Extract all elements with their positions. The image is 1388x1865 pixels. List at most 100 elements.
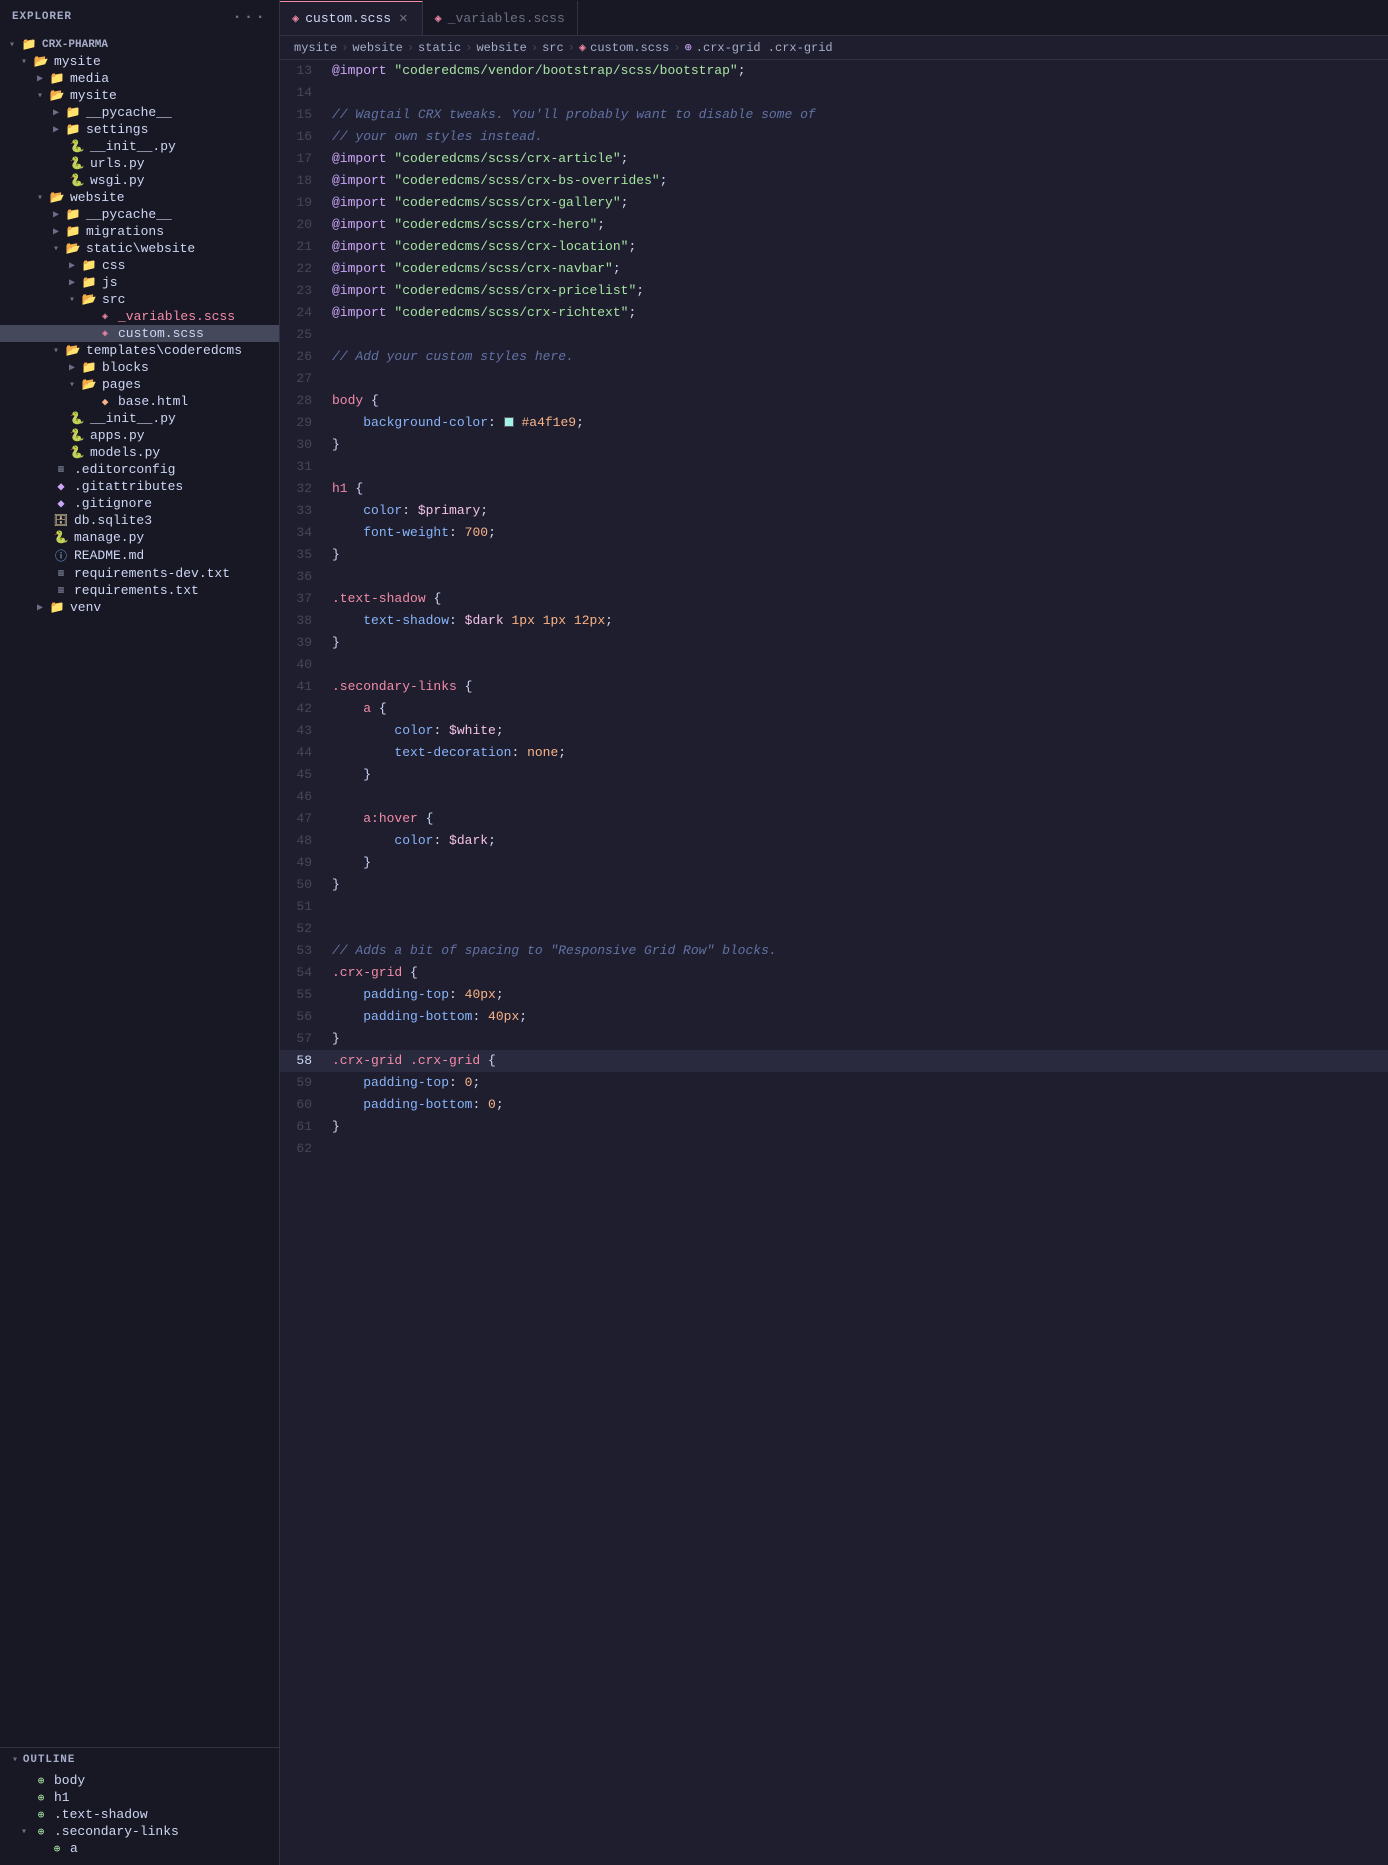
tree-item-req[interactable]: ▶ ≡ requirements.txt <box>0 582 279 599</box>
code-line: 29 background-color: #a4f1e9; <box>280 412 1388 434</box>
tree-label: .editorconfig <box>74 462 175 477</box>
code-line: 45 } <box>280 764 1388 786</box>
code-line: 51 <box>280 896 1388 918</box>
line-number: 22 <box>280 258 328 280</box>
tree-item-variables-scss[interactable]: ▶ ◈ _variables.scss <box>0 308 279 325</box>
line-number: 33 <box>280 500 328 522</box>
tree-item-models[interactable]: ▶ 🐍 models.py <box>0 444 279 461</box>
tree-label: pages <box>102 377 141 392</box>
line-content: @import "coderedcms/scss/crx-location"; <box>328 236 1388 258</box>
code-line: 15 // Wagtail CRX tweaks. You'll probabl… <box>280 104 1388 126</box>
tree-item-db[interactable]: ▶ 🗄 db.sqlite3 <box>0 512 279 529</box>
code-line: 55 padding-top: 40px; <box>280 984 1388 1006</box>
folder-icon: 📂 <box>32 54 50 69</box>
code-line: 25 <box>280 324 1388 346</box>
tree-item-mysite[interactable]: ▾ 📂 mysite <box>0 53 279 70</box>
outline-item-a[interactable]: ▶ ⊕ a <box>0 1840 279 1857</box>
tree-item-blocks[interactable]: ▶ 📁 blocks <box>0 359 279 376</box>
tree-item-urls[interactable]: ▶ 🐍 urls.py <box>0 155 279 172</box>
tab-custom-scss[interactable]: ◈ custom.scss ✕ <box>280 1 423 35</box>
line-number: 19 <box>280 192 328 214</box>
line-number: 58 <box>280 1050 328 1072</box>
code-line: 52 <box>280 918 1388 940</box>
tree-label: body <box>54 1773 85 1788</box>
tree-item-pages[interactable]: ▾ 📂 pages <box>0 376 279 393</box>
line-number: 36 <box>280 566 328 588</box>
tree-item-gitignore[interactable]: ▶ ◆ .gitignore <box>0 495 279 512</box>
tree-item-static-website[interactable]: ▾ 📂 static\website <box>0 240 279 257</box>
tree-item-venv[interactable]: ▶ 📁 venv <box>0 599 279 616</box>
line-number: 59 <box>280 1072 328 1094</box>
breadcrumb-custom-scss[interactable]: custom.scss <box>590 41 669 55</box>
tree-item-settings[interactable]: ▶ 📁 settings <box>0 121 279 138</box>
line-content: @import "coderedcms/scss/crx-hero"; <box>328 214 1388 236</box>
code-editor[interactable]: 13 @import "coderedcms/vendor/bootstrap/… <box>280 60 1388 1865</box>
breadcrumb-crx-icon: ⊕ <box>685 40 692 55</box>
line-content: // Add your custom styles here. <box>328 346 1388 368</box>
tree-label: __pycache__ <box>86 105 172 120</box>
tree-root-crx-pharma[interactable]: ▾ 📁 CRX-PHARMA <box>0 36 279 53</box>
breadcrumb-src[interactable]: src <box>542 41 564 55</box>
code-line: 42 a { <box>280 698 1388 720</box>
line-number: 21 <box>280 236 328 258</box>
breadcrumb-selector[interactable]: .crx-grid .crx-grid <box>696 41 833 55</box>
tab-variables-scss[interactable]: ◈ _variables.scss <box>423 1 578 35</box>
breadcrumb-mysite[interactable]: mysite <box>294 41 337 55</box>
tree-item-readme[interactable]: ▶ ⓘ README.md <box>0 546 279 565</box>
outline-item-h1[interactable]: ▶ ⊕ h1 <box>0 1789 279 1806</box>
tree-item-manage[interactable]: ▶ 🐍 manage.py <box>0 529 279 546</box>
tree-item-migrations[interactable]: ▶ 📁 migrations <box>0 223 279 240</box>
line-number: 27 <box>280 368 328 390</box>
breadcrumb-website[interactable]: website <box>352 41 402 55</box>
explorer-menu-button[interactable]: ··· <box>232 8 267 26</box>
line-content: @import "coderedcms/scss/crx-richtext"; <box>328 302 1388 324</box>
tree-item-init2[interactable]: ▶ 🐍 __init__.py <box>0 410 279 427</box>
tree-item-base-html[interactable]: ▶ ◆ base.html <box>0 393 279 410</box>
outline-header[interactable]: ▾ OUTLINE <box>0 1748 279 1772</box>
line-number: 47 <box>280 808 328 830</box>
tree-label: website <box>70 190 125 205</box>
outline-item-body[interactable]: ▶ ⊕ body <box>0 1772 279 1789</box>
line-number: 29 <box>280 412 328 434</box>
folder-icon: 📂 <box>80 292 98 307</box>
tree-item-pycache1[interactable]: ▶ 📁 __pycache__ <box>0 104 279 121</box>
tree-label: requirements.txt <box>74 583 199 598</box>
code-line: 27 <box>280 368 1388 390</box>
outline-item-secondary-links[interactable]: ▾ ⊕ .secondary-links <box>0 1823 279 1840</box>
code-line: 44 text-decoration: none; <box>280 742 1388 764</box>
tree-item-templates[interactable]: ▾ 📂 templates\coderedcms <box>0 342 279 359</box>
line-number: 25 <box>280 324 328 346</box>
tree-label: requirements-dev.txt <box>74 566 230 581</box>
arrow-icon: ▾ <box>64 379 80 391</box>
tree-item-gitattributes[interactable]: ▶ ◆ .gitattributes <box>0 478 279 495</box>
outline-item-text-shadow[interactable]: ▶ ⊕ .text-shadow <box>0 1806 279 1823</box>
folder-icon: 📁 <box>80 275 98 290</box>
tree-label: .secondary-links <box>54 1824 179 1839</box>
line-number: 60 <box>280 1094 328 1116</box>
git-file-icon: ◆ <box>52 496 70 511</box>
tree-item-css[interactable]: ▶ 📁 css <box>0 257 279 274</box>
arrow-icon: ▶ <box>32 602 48 614</box>
config-file-icon: ≡ <box>52 463 70 477</box>
line-content: @import "coderedcms/scss/crx-pricelist"; <box>328 280 1388 302</box>
line-number: 17 <box>280 148 328 170</box>
code-line: 33 color: $primary; <box>280 500 1388 522</box>
tree-item-media[interactable]: ▶ 📁 media <box>0 70 279 87</box>
tree-item-editorconfig[interactable]: ▶ ≡ .editorconfig <box>0 461 279 478</box>
tree-item-src[interactable]: ▾ 📂 src <box>0 291 279 308</box>
tab-close-button[interactable]: ✕ <box>397 10 409 27</box>
tree-item-apps[interactable]: ▶ 🐍 apps.py <box>0 427 279 444</box>
breadcrumb-website2[interactable]: website <box>476 41 526 55</box>
tree-item-js[interactable]: ▶ 📁 js <box>0 274 279 291</box>
tree-item-init1[interactable]: ▶ 🐍 __init__.py <box>0 138 279 155</box>
tree-item-website[interactable]: ▾ 📂 website <box>0 189 279 206</box>
tree-item-mysite-inner[interactable]: ▾ 📂 mysite <box>0 87 279 104</box>
outline-node-icon: ⊕ <box>48 1842 66 1856</box>
line-number: 15 <box>280 104 328 126</box>
tree-item-pycache2[interactable]: ▶ 📁 __pycache__ <box>0 206 279 223</box>
tree-item-req-dev[interactable]: ▶ ≡ requirements-dev.txt <box>0 565 279 582</box>
breadcrumb-static[interactable]: static <box>418 41 461 55</box>
tree-item-wsgi[interactable]: ▶ 🐍 wsgi.py <box>0 172 279 189</box>
tree-item-custom-scss[interactable]: ▶ ◈ custom.scss <box>0 325 279 342</box>
tree-label: .text-shadow <box>54 1807 148 1822</box>
